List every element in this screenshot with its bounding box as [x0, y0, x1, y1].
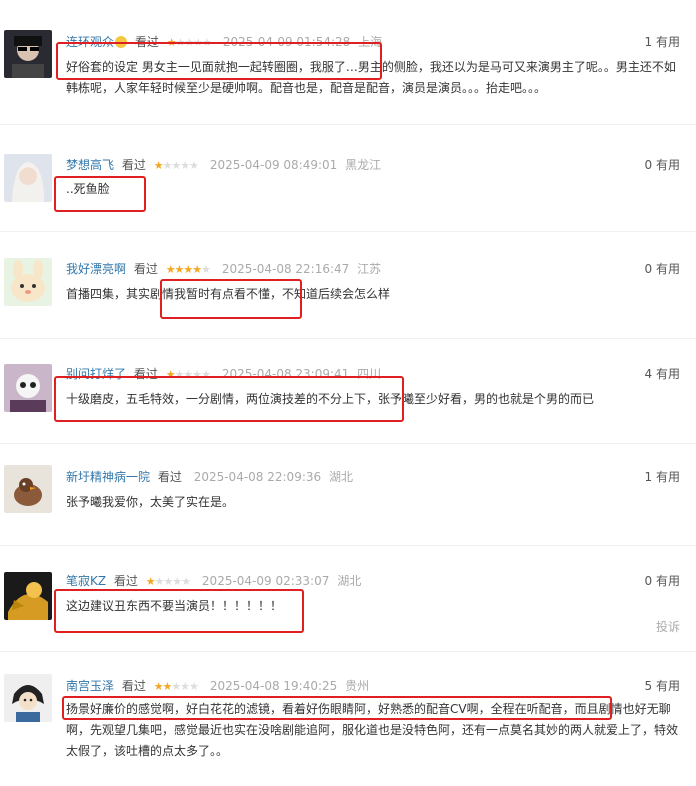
review-meta: 笔寂KZ 看过 ★★★★★ 2025-04-09 02:33:07 湖北: [66, 572, 361, 590]
review-meta: 南宫玉泽 看过 ★★★★★ 2025-04-08 19:40:25 贵州: [66, 677, 369, 695]
review-meta: 别问打烊了 看过 ★★★★★ 2025-04-08 23:09:41 四川: [66, 365, 381, 383]
rating-stars: ★★★★★: [145, 575, 191, 588]
watched-label: 看过: [133, 367, 158, 381]
useful-count[interactable]: 4 有用: [645, 365, 680, 383]
username[interactable]: 别问打烊了: [66, 367, 126, 381]
rating-stars: ★★★★★: [165, 368, 211, 381]
review-content: 十级磨皮，五毛特效，一分剧情，两位演技差的不分上下，张予曦至少好看，男的也就是个…: [66, 392, 595, 406]
rating-stars: ★★★★★: [166, 36, 212, 49]
review-location: 四川: [357, 367, 382, 381]
divider: [0, 231, 696, 232]
useful-count[interactable]: 5 有用: [645, 677, 680, 695]
watched-label: 看过: [121, 158, 146, 172]
review-meta: 新圩精神病一院 看过 2025-04-08 22:09:36 湖北: [66, 468, 353, 486]
watched-label: 看过: [133, 262, 158, 276]
username[interactable]: 南宫玉泽: [66, 679, 114, 693]
divider: [0, 651, 696, 652]
review-content: 扬景好廉价的感觉啊，好白花花的滤镜，看着好伤眼睛阿，好熟悉的配音CV啊，全程在听…: [66, 702, 679, 758]
review-time: 2025-04-08 23:09:41: [221, 367, 350, 381]
review-location: 上海: [358, 35, 383, 49]
username[interactable]: 新圩精神病一院: [66, 470, 150, 484]
review-meta: 梦想高飞 看过 ★★★★★ 2025-04-09 08:49:01 黑龙江: [66, 156, 381, 174]
review-location: 黑龙江: [345, 158, 382, 172]
useful-count[interactable]: 0 有用: [645, 260, 680, 278]
review-location: 贵州: [345, 679, 370, 693]
review-time: 2025-04-08 22:16:47: [221, 262, 350, 276]
useful-count[interactable]: 1 有用: [645, 33, 680, 51]
review-content: 这边建议丑东西不要当演员！！！！！！: [66, 599, 283, 613]
username[interactable]: 连环观众: [66, 35, 114, 49]
useful-count[interactable]: 1 有用: [645, 468, 680, 486]
review-location: 湖北: [328, 470, 353, 484]
username[interactable]: 我好漂亮啊: [66, 262, 126, 276]
avatar[interactable]: [4, 258, 52, 306]
avatar[interactable]: [4, 465, 52, 513]
watched-label: 看过: [134, 35, 159, 49]
review-location: 湖北: [337, 574, 362, 588]
review-content: 张予曦我爱你，太美了实在是。: [66, 495, 235, 509]
avatar[interactable]: [4, 30, 52, 78]
emoji-icon: [115, 36, 128, 48]
divider: [0, 338, 696, 339]
report-link[interactable]: 投诉: [656, 618, 680, 635]
review-time: 2025-04-09 08:49:01: [209, 158, 338, 172]
review-time: 2025-04-08 19:40:25: [209, 679, 338, 693]
divider: [0, 124, 696, 125]
review-content: 好俗套的设定 男女主一见面就抱一起转圈圈，我服了…男主的侧脸，我还以为是马可又来…: [66, 60, 676, 95]
avatar[interactable]: [4, 674, 52, 722]
review-time: 2025-04-09 01:54:28: [222, 35, 351, 49]
review-location: 江苏: [357, 262, 382, 276]
divider: [0, 545, 696, 546]
review-content: 首播四集，其实剧情我暂时有点看不懂，不知道后续会怎么样: [66, 287, 391, 301]
watched-label: 看过: [113, 574, 138, 588]
rating-stars: ★★★★★: [153, 680, 199, 693]
avatar[interactable]: [4, 572, 52, 620]
username[interactable]: 笔寂KZ: [66, 574, 106, 588]
review-time: 2025-04-09 02:33:07: [201, 574, 330, 588]
rating-stars: ★★★★★: [153, 159, 199, 172]
review-meta: 我好漂亮啊 看过 ★★★★★ 2025-04-08 22:16:47 江苏: [66, 260, 381, 278]
watched-label: 看过: [121, 679, 146, 693]
divider: [0, 443, 696, 444]
avatar[interactable]: [4, 364, 52, 412]
review-time: 2025-04-08 22:09:36: [193, 470, 322, 484]
review-content: ..死鱼脸: [66, 182, 110, 196]
watched-label: 看过: [157, 470, 182, 484]
avatar[interactable]: [4, 154, 52, 202]
review-meta: 连环观众 看过 ★★★★★ 2025-04-09 01:54:28 上海: [66, 33, 382, 51]
useful-count[interactable]: 0 有用: [645, 572, 680, 590]
useful-count[interactable]: 0 有用: [645, 156, 680, 174]
username[interactable]: 梦想高飞: [66, 158, 114, 172]
rating-stars: ★★★★★: [165, 263, 211, 276]
